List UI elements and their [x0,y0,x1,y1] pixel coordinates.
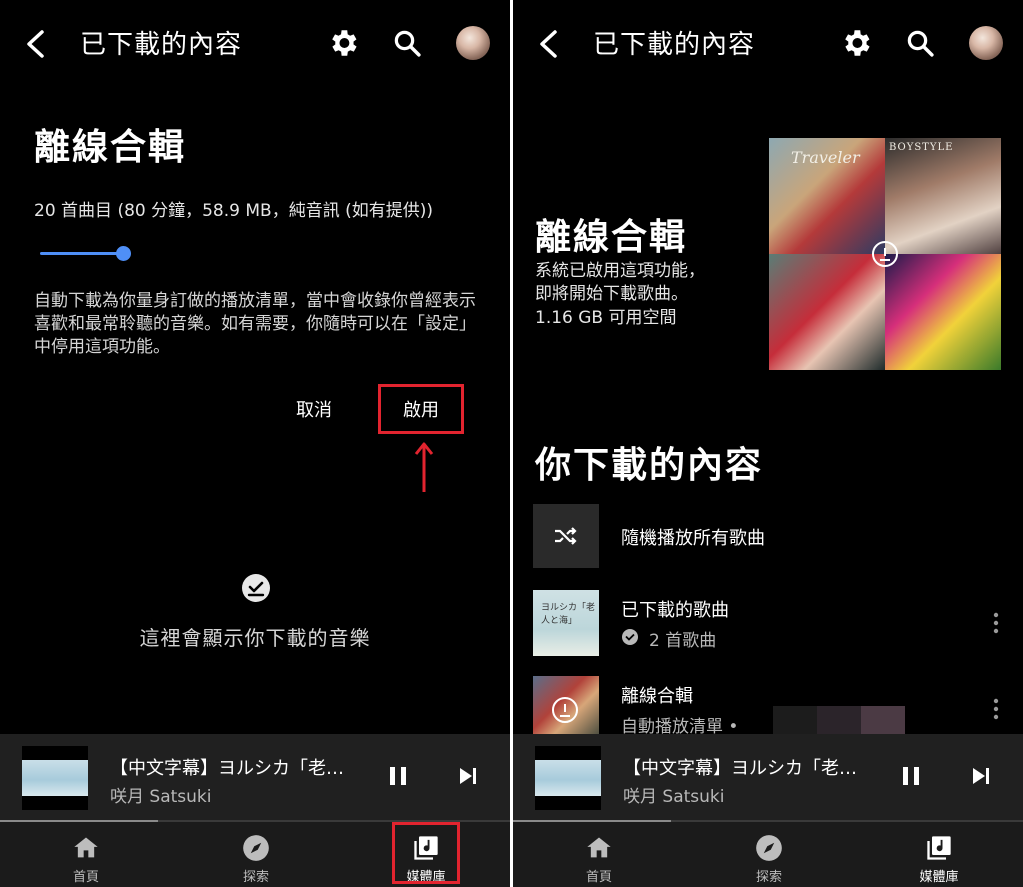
shuffle-all-button[interactable]: 隨機播放所有歌曲 [533,504,1003,568]
library-highlight-annotation [392,822,460,884]
list-item-subtitle: 2 首歌曲 [649,631,717,651]
thumbnail-text: ヨルシカ「老人と海」 [541,603,596,626]
downloaded-songs-thumbnail: ヨルシカ「老人と海」 [533,590,599,656]
library-music-icon [927,836,951,860]
offline-mix-description: 自動下載為你量身訂做的播放清單，當中會收錄你曾經表示喜歡和最常聆聽的音樂。如有需… [34,291,476,357]
enable-button[interactable]: 啟用 [378,384,464,434]
left-screen: 已下載的內容 離線合輯 20 首曲目 (80 分鐘，58.9 MB，純音訊 (如… [0,0,510,887]
slider-track [40,252,124,255]
download-pending-icon [872,241,898,267]
top-bar: 已下載的內容 [513,0,1023,86]
download-pending-icon [552,697,578,723]
offline-mix-title: 離線合輯 [535,217,688,258]
empty-state-text: 這裡會顯示你下載的音樂 [139,626,371,650]
search-icon[interactable] [392,28,422,58]
back-arrow-icon[interactable] [20,26,50,62]
now-playing-thumbnail [22,746,88,810]
shuffle-all-label: 隨機播放所有歌曲 [621,528,765,549]
nav-home[interactable]: 首頁 [539,822,659,887]
nav-library[interactable]: 媒體庫 [879,822,999,887]
thumbnail-image [535,760,601,796]
album-art-tile: BOYSTYLE [885,138,1001,254]
slider-thumb[interactable] [116,246,131,261]
download-done-icon [622,629,638,645]
home-icon [74,837,98,858]
album-art-tile [885,254,1001,370]
page-title: 已下載的內容 [80,30,243,60]
right-screen: 已下載的內容 離線合輯 系統已啟用這項功能， 即將開始下載歌曲。 1.16 GB… [513,0,1023,887]
top-bar: 已下載的內容 [0,0,510,86]
now-playing-thumbnail [535,746,601,810]
mini-player[interactable]: 【中文字幕】ヨルシカ「老… 咲月 Satsuki [513,734,1023,820]
offline-mix-title: 離線合輯 [34,127,187,168]
compass-icon [756,835,782,861]
list-item-title: 已下載的歌曲 [621,600,729,621]
shuffle-box [533,504,599,568]
enable-button-label: 啟用 [403,400,439,421]
mini-player[interactable]: 【中文字幕】ヨルシカ「老… 咲月 Satsuki [0,734,510,820]
page-title: 已下載的內容 [593,30,756,60]
download-done-icon [242,574,270,602]
now-playing-title: 【中文字幕】ヨルシカ「老… [110,758,344,779]
list-item-title: 離線合輯 [621,686,693,707]
cancel-button[interactable]: 取消 [296,396,332,422]
nav-label: 首頁 [585,870,612,885]
offline-mix-meta: 20 首曲目 (80 分鐘，58.9 MB，純音訊 (如有提供)) [34,201,433,221]
gear-icon[interactable] [839,26,873,60]
gear-icon[interactable] [326,26,360,60]
album-art-tile [769,254,885,370]
nav-label: 探索 [755,870,782,885]
avatar[interactable] [456,26,490,60]
search-icon[interactable] [905,28,935,58]
album-art-text: BOYSTYLE [889,142,954,153]
album-art-tile: Traveler [769,138,885,254]
nav-label: 探索 [242,870,269,885]
offline-mix-status: 系統已啟用這項功能， [535,261,705,281]
offline-mix-status: 即將開始下載歌曲。 [535,284,688,304]
compass-icon [243,835,269,861]
now-playing-title: 【中文字幕】ヨルシカ「老… [623,758,857,779]
up-arrow-annotation-icon [414,442,434,492]
more-vert-icon[interactable] [991,698,1001,720]
nav-explore[interactable]: 探索 [709,822,829,887]
nav-label: 媒體庫 [919,870,959,885]
shuffle-icon [555,527,577,545]
pause-icon[interactable] [899,764,923,788]
list-item-downloaded-songs[interactable]: ヨルシカ「老人と海」 已下載的歌曲 2 首歌曲 [533,590,1003,656]
nav-home[interactable]: 首頁 [26,822,146,887]
downloads-section-title: 你下載的內容 [535,445,764,486]
skip-next-icon[interactable] [969,764,993,788]
offline-mix-thumbnail [533,676,599,742]
now-playing-artist: 咲月 Satsuki [110,787,212,807]
offline-mix-collage[interactable]: Traveler BOYSTYLE [769,138,1001,370]
now-playing-artist: 咲月 Satsuki [623,787,725,807]
track-count-slider[interactable] [40,244,140,264]
thumbnail-image [22,760,88,796]
pause-icon[interactable] [386,764,410,788]
list-item-offline-mix[interactable]: 離線合輯 自動播放清單 • [533,676,1003,742]
nav-explore[interactable]: 探索 [196,822,316,887]
nav-label: 首頁 [72,870,99,885]
home-icon [587,837,611,858]
more-vert-icon[interactable] [991,612,1001,634]
avatar[interactable] [969,26,1003,60]
back-arrow-icon[interactable] [533,26,563,62]
free-space-text: 1.16 GB 可用空間 [535,308,677,328]
skip-next-icon[interactable] [456,764,480,788]
album-art-text: Traveler [791,148,860,167]
bottom-nav: 首頁 探索 媒體庫 [513,822,1023,887]
